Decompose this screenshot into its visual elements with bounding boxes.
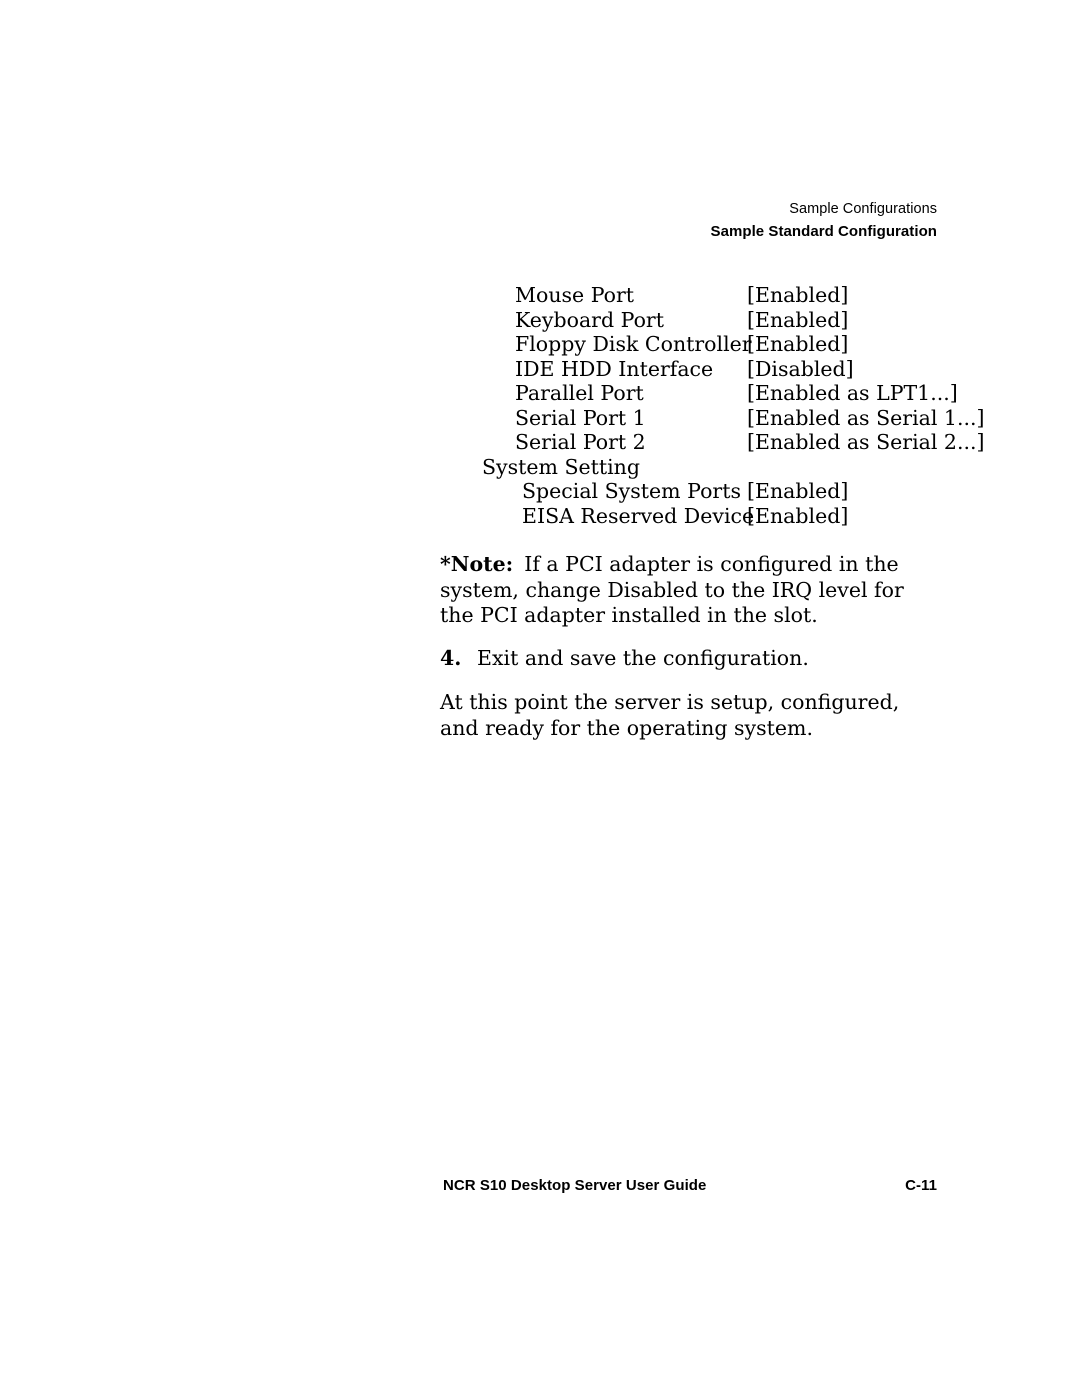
closing-paragraph: At this point the server is setup, confi…	[440, 690, 900, 740]
setting-row: Floppy Disk Controller [Enabled]	[0, 332, 1080, 357]
setting-value: [Enabled as Serial 2...]	[747, 430, 985, 454]
footer-document-title: NCR S10 Desktop Server User Guide	[443, 1177, 707, 1194]
setting-value: [Enabled]	[747, 332, 849, 356]
setting-name: System Setting	[482, 454, 641, 479]
step-number: 4.	[440, 646, 462, 670]
note-label: *Note:	[440, 552, 514, 576]
setting-value: [Disabled]	[747, 356, 854, 381]
setting-value: [Enabled as LPT1...]	[747, 381, 958, 405]
setting-name: Mouse Port	[515, 283, 635, 307]
setting-row: EISA Reserved Device [Enabled]	[0, 504, 1080, 529]
setting-value: [Enabled]	[747, 503, 849, 528]
setting-row: Serial Port 2 [Enabled as Serial 2...]	[0, 430, 1080, 455]
setting-value: [Enabled]	[747, 307, 849, 332]
setting-value: [Enabled as Serial 1...]	[747, 405, 985, 430]
setting-group-heading: System Setting	[0, 455, 1080, 480]
setting-row: IDE HDD Interface [Disabled]	[0, 357, 1080, 382]
page-footer: NCR S10 Desktop Server User Guide C-11	[443, 1177, 937, 1194]
setting-row: Keyboard Port [Enabled]	[0, 308, 1080, 333]
setting-name: IDE HDD Interface	[515, 356, 714, 381]
setting-name: Parallel Port	[515, 381, 644, 405]
setting-value: [Enabled]	[747, 283, 849, 307]
setting-name: Keyboard Port	[515, 307, 664, 332]
setting-row: Mouse Port [Enabled]	[0, 283, 1080, 308]
setting-row: Special System Ports [Enabled]	[0, 479, 1080, 504]
setting-name: Serial Port 2	[515, 430, 646, 454]
setting-row: Parallel Port [Enabled as LPT1...]	[0, 381, 1080, 406]
setting-row: Serial Port 1 [Enabled as Serial 1...]	[0, 406, 1080, 431]
step-text: Exit and save the configuration.	[477, 646, 809, 670]
running-head-section-title: Sample Standard Configuration	[710, 223, 937, 240]
footer-page-number: C-11	[905, 1177, 937, 1194]
setting-name: Special System Ports	[522, 479, 741, 503]
setting-name: Floppy Disk Controller	[515, 332, 752, 356]
procedure-step-4: 4. Exit and save the configuration.	[440, 646, 940, 672]
setting-name: Serial Port 1	[515, 405, 646, 430]
document-page: Sample Configurations Sample Standard Co…	[0, 0, 1080, 1397]
running-head-chapter-title: Sample Configurations	[789, 201, 937, 217]
setting-value: [Enabled]	[747, 479, 849, 503]
note-paragraph: *Note: If a PCI adapter is configured in …	[440, 552, 940, 629]
settings-list: Mouse Port [Enabled] Keyboard Port [Enab…	[0, 283, 1080, 528]
setting-name: EISA Reserved Device	[522, 503, 755, 528]
